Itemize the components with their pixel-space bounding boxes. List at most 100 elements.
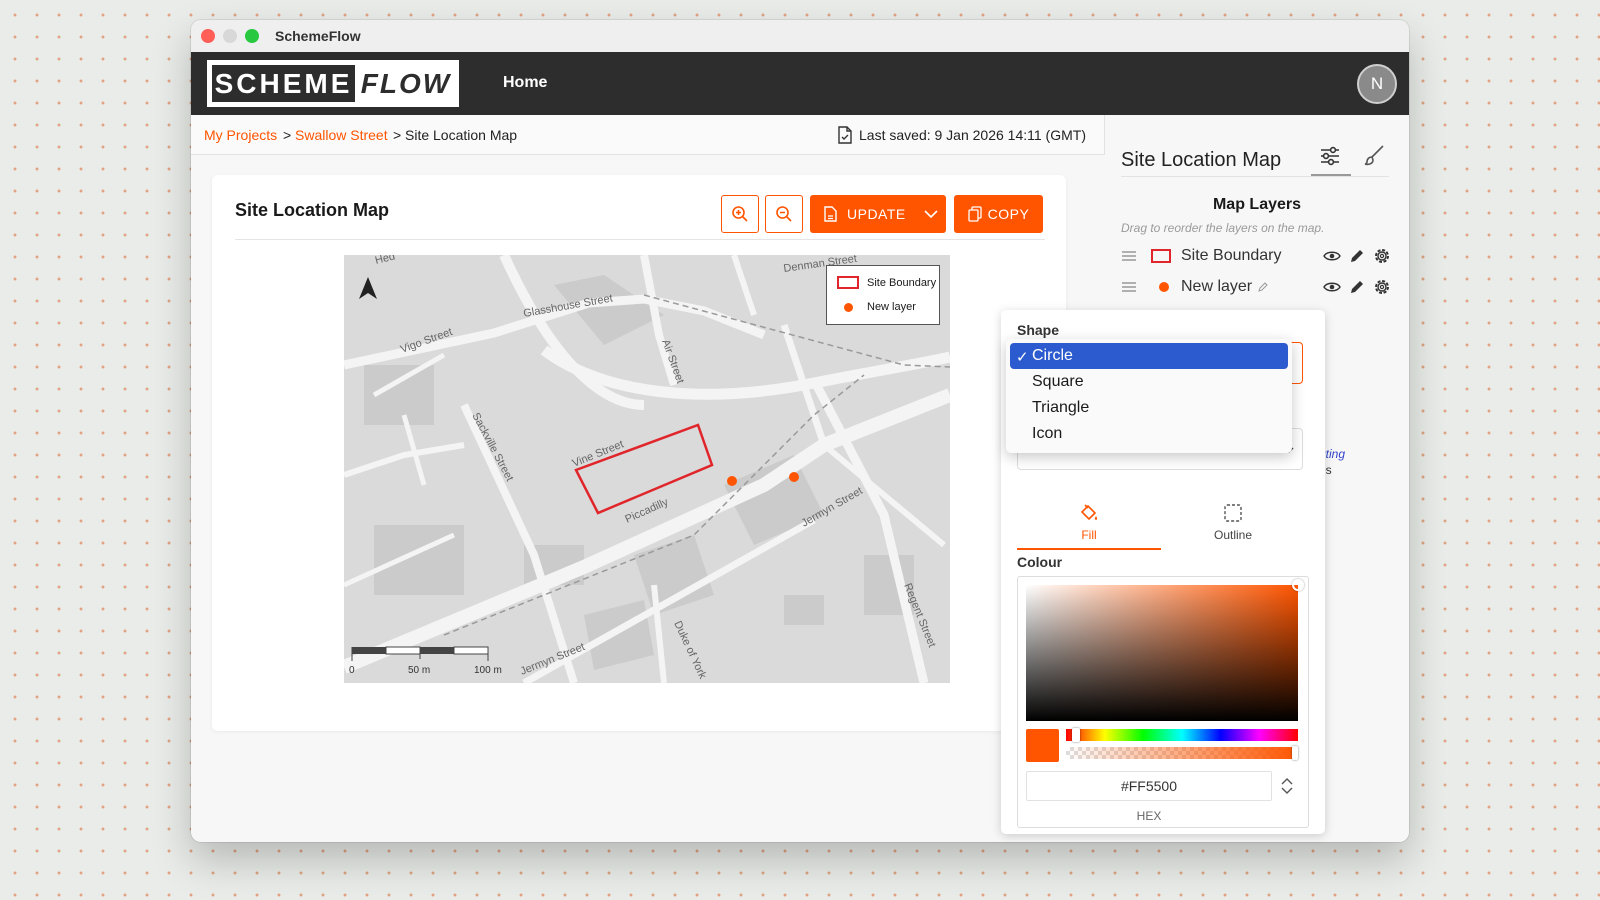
logo-text-scheme: SCHEME	[212, 65, 355, 102]
tab-fill-label: Fill	[1081, 528, 1097, 542]
layer-name: Site Boundary	[1181, 247, 1282, 264]
sidebar-divider	[1121, 176, 1389, 177]
legend-item-site-boundary: Site Boundary	[837, 276, 936, 289]
layer-actions	[1323, 247, 1391, 265]
scale-label-50m: 50 m	[408, 665, 430, 676]
style-tab[interactable]	[1363, 143, 1387, 172]
eye-icon[interactable]	[1323, 250, 1341, 262]
gear-icon[interactable]	[1373, 278, 1391, 296]
copy-button[interactable]: COPY	[954, 195, 1043, 233]
update-dropdown-toggle[interactable]	[924, 209, 938, 219]
saturation-area[interactable]	[1026, 579, 1304, 721]
shape-dropdown-menu: ✓ Circle Square Triangle Icon	[1006, 339, 1292, 453]
breadcrumb-my-projects[interactable]: My Projects	[204, 127, 277, 143]
card-title: Site Location Map	[235, 200, 390, 220]
sliders-icon	[1321, 146, 1339, 166]
close-window-button[interactable]	[201, 29, 215, 43]
shape-option-circle[interactable]: ✓ Circle	[1010, 343, 1288, 369]
shape-option-icon[interactable]: Icon	[1010, 421, 1288, 447]
alpha-handle[interactable]	[1292, 746, 1298, 760]
option-label: Circle	[1032, 347, 1073, 364]
shape-option-square[interactable]: Square	[1010, 369, 1288, 395]
window-title: SchemeFlow	[275, 28, 361, 44]
selected-colour-swatch	[1026, 729, 1059, 762]
copy-label: COPY	[987, 206, 1030, 222]
option-label: Square	[1032, 373, 1084, 390]
legend-label: Site Boundary	[867, 276, 937, 289]
breadcrumb-separator: >	[283, 127, 292, 143]
map-layers-heading: Map Layers	[1212, 196, 1302, 213]
tab-outline-label: Outline	[1213, 528, 1253, 542]
tab-outline[interactable]: Outline	[1161, 490, 1305, 550]
legend-rect-swatch	[837, 276, 859, 289]
document-check-icon	[838, 126, 852, 144]
sidebar-title: Site Location Map	[1121, 149, 1282, 171]
rect-layer-swatch	[1151, 249, 1171, 263]
checkmark-icon: ✓	[1016, 349, 1029, 366]
breadcrumb-swallow-street[interactable]: Swallow Street	[295, 127, 388, 143]
zoom-out-icon	[776, 206, 792, 222]
site-location-map[interactable]: Denman Street Glasshouse Street Vigo Str…	[344, 255, 950, 683]
last-saved-text: Last saved: 9 Jan 2026 14:11 (GMT)	[859, 127, 1086, 143]
shape-option-triangle[interactable]: Triangle	[1010, 395, 1288, 421]
scale-label-0: 0	[349, 665, 355, 676]
pencil-icon[interactable]	[1349, 279, 1365, 295]
format-toggle-icon[interactable]	[1280, 777, 1294, 795]
user-avatar[interactable]: N	[1357, 64, 1397, 104]
scale-label-100m: 100 m	[474, 665, 502, 676]
zoom-in-icon	[732, 206, 748, 222]
hex-format-label: HEX	[1136, 809, 1162, 823]
chevron-down-icon	[924, 210, 938, 219]
update-label: UPDATE	[847, 206, 906, 222]
saturation-handle[interactable]	[1292, 579, 1304, 591]
new-layer-point[interactable]	[727, 476, 737, 486]
hue-slider[interactable]	[1066, 728, 1298, 742]
active-tab-indicator	[1311, 174, 1351, 176]
option-label: Triangle	[1032, 399, 1090, 416]
zoom-out-button[interactable]	[765, 195, 803, 233]
alpha-slider[interactable]	[1066, 746, 1298, 760]
layer-name: New layer	[1181, 278, 1253, 295]
paintbrush-icon	[1364, 145, 1384, 166]
map-layers-hint: Drag to reorder the layers on the map.	[1121, 221, 1325, 235]
map-card: Site Location Map UPDATE COPY Denman Str…	[212, 175, 1066, 731]
last-saved-indicator: Last saved: 9 Jan 2026 14:11 (GMT)	[837, 126, 1086, 144]
card-divider	[235, 239, 1045, 240]
breadcrumb-bar: My Projects > Swallow Street > Site Loca…	[191, 115, 1105, 155]
legend-label: New layer	[867, 301, 916, 313]
hex-input[interactable]: #FF5500	[1026, 771, 1272, 801]
minimize-window-button[interactable]	[223, 29, 237, 43]
hex-value: #FF5500	[1120, 778, 1178, 794]
document-icon	[824, 206, 837, 222]
schemeflow-logo[interactable]: SCHEME FLOW	[207, 60, 459, 107]
layer-actions	[1323, 278, 1391, 296]
dashed-square-icon	[1224, 504, 1242, 522]
tab-fill[interactable]: Fill	[1017, 490, 1161, 550]
shape-label: Shape	[1017, 322, 1060, 338]
breadcrumb-current: Site Location Map	[405, 127, 518, 143]
pencil-icon[interactable]	[1349, 248, 1365, 264]
layers-settings-tab[interactable]	[1319, 145, 1341, 172]
copy-icon	[968, 206, 982, 222]
colour-label: Colour	[1017, 554, 1063, 570]
drag-handle-icon[interactable]	[1121, 281, 1137, 293]
layer-row-new-layer[interactable]: New layer	[1121, 275, 1391, 299]
title-bar: SchemeFlow	[191, 20, 1409, 52]
edit-name-icon[interactable]	[1257, 281, 1269, 293]
layer-row-site-boundary[interactable]: Site Boundary	[1121, 244, 1391, 268]
nav-home-link[interactable]: Home	[503, 74, 547, 92]
eye-icon[interactable]	[1323, 281, 1341, 293]
zoom-window-button[interactable]	[245, 29, 259, 43]
legend-dot-swatch	[844, 302, 853, 312]
map-legend: Site Boundary New layer	[826, 265, 940, 325]
hue-handle[interactable]	[1072, 728, 1080, 742]
new-layer-point[interactable]	[789, 472, 799, 482]
colour-picker: #FF5500 HEX	[1017, 576, 1309, 828]
update-button[interactable]: UPDATE	[810, 195, 946, 233]
paint-bucket-icon	[1080, 504, 1098, 521]
drag-handle-icon[interactable]	[1121, 250, 1137, 262]
option-label: Icon	[1032, 425, 1063, 442]
gear-icon[interactable]	[1373, 247, 1391, 265]
top-navbar: SCHEME FLOW Home N	[191, 52, 1409, 115]
zoom-in-button[interactable]	[721, 195, 759, 233]
